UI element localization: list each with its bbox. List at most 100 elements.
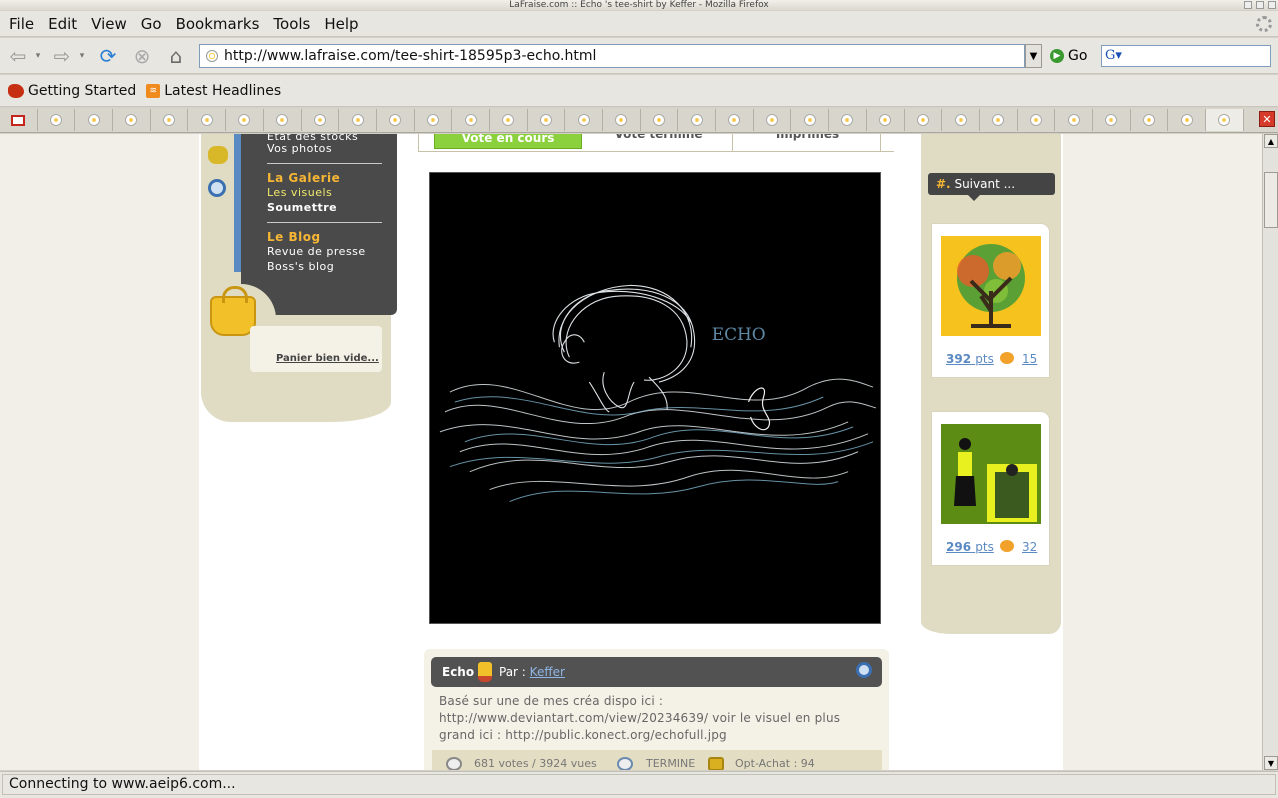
menu-link-photos[interactable]: Vos photos (267, 142, 332, 155)
forward-history-dropdown[interactable]: ▾ (76, 44, 88, 68)
search-icon[interactable] (208, 179, 226, 197)
menu-link-soumettre[interactable]: Soumettre (267, 201, 337, 214)
menu-bookmarks[interactable]: Bookmarks (169, 15, 267, 33)
coin-icon[interactable] (208, 146, 228, 164)
close-window-button[interactable] (1268, 1, 1276, 9)
tab-imprimes[interactable]: Imprimés (735, 134, 881, 152)
maximize-button[interactable] (1256, 1, 1264, 9)
daisy-favicon-icon (502, 114, 515, 126)
tab-vote-en-cours[interactable]: Vote en cours (434, 134, 582, 149)
forward-button[interactable]: ⇨ (50, 44, 74, 68)
menu-heading-blog[interactable]: Le Blog (267, 230, 321, 244)
browser-tab[interactable] (38, 109, 76, 131)
menu-edit[interactable]: Edit (41, 15, 84, 33)
browser-tab[interactable] (867, 109, 905, 131)
browser-tab[interactable] (1055, 109, 1093, 131)
browser-tab[interactable] (716, 109, 754, 131)
browser-tab[interactable] (377, 109, 415, 131)
daisy-favicon-icon (1180, 114, 1193, 126)
gold-bar-icon (708, 757, 724, 770)
menu-link-boss-blog[interactable]: Boss's blog (267, 260, 334, 273)
design-score-link[interactable]: 392 pts (946, 352, 994, 366)
zoom-icon[interactable] (856, 662, 872, 678)
browser-tab[interactable] (113, 109, 151, 131)
scroll-down-button[interactable]: ▼ (1264, 756, 1278, 770)
browser-tab[interactable] (1131, 109, 1169, 131)
throbber-icon (1256, 16, 1272, 32)
next-header[interactable]: #. Suivant ... (928, 173, 1055, 201)
browser-tab[interactable] (678, 109, 717, 131)
tab-gmail[interactable] (0, 109, 38, 131)
browser-tab[interactable] (490, 109, 528, 131)
next-design-card[interactable]: 296 pts 32 (932, 412, 1049, 565)
browser-tab[interactable] (226, 109, 264, 131)
menu-file[interactable]: File (2, 15, 41, 33)
menu-go[interactable]: Go (134, 15, 169, 33)
menu-link-presse[interactable]: Revue de presse (267, 245, 366, 258)
browser-tab[interactable] (302, 109, 340, 131)
tab-vote-termine[interactable]: Vote terminé (585, 134, 733, 152)
scroll-up-button[interactable]: ▲ (1264, 134, 1278, 148)
bookmark-label: Getting Started (28, 82, 137, 99)
close-tab-button[interactable]: ✕ (1259, 111, 1275, 127)
minimize-button[interactable] (1244, 1, 1252, 9)
scroll-thumb[interactable] (1264, 172, 1278, 228)
window-title-bar: LaFraise.com :: Echo 's tee-shirt by Kef… (0, 0, 1278, 10)
search-input[interactable]: G▾ (1101, 45, 1271, 67)
browser-tab[interactable] (452, 109, 490, 131)
daisy-favicon-icon (653, 114, 666, 126)
browser-tab[interactable] (1018, 109, 1056, 131)
cart-link[interactable]: Panier bien vide... (276, 353, 379, 364)
browser-tab[interactable] (151, 109, 189, 131)
comment-count-link[interactable]: 15 (1022, 352, 1037, 366)
url-history-dropdown[interactable]: ▼ (1025, 44, 1042, 68)
menu-tools[interactable]: Tools (266, 15, 317, 33)
daisy-favicon-icon (313, 114, 326, 126)
browser-tab[interactable] (603, 109, 641, 131)
browser-tab[interactable] (188, 109, 227, 131)
browser-tab[interactable] (415, 109, 453, 131)
reload-button[interactable]: ⟳ (96, 44, 120, 68)
back-history-dropdown[interactable]: ▾ (32, 44, 44, 68)
menu-heading-galerie[interactable]: La Galerie (267, 171, 340, 185)
home-button[interactable]: ⌂ (164, 44, 188, 68)
bookmark-latest-headlines[interactable]: ≋ Latest Headlines (146, 83, 281, 99)
browser-tab[interactable] (75, 109, 114, 131)
url-bar[interactable]: http://www.lafraise.com/tee-shirt-18595p… (199, 44, 1025, 68)
vertical-scrollbar[interactable]: ▲ ▼ (1262, 134, 1278, 770)
design-score-link[interactable]: 296 pts (946, 540, 994, 554)
browser-tab[interactable] (1093, 109, 1131, 131)
tree-design-thumbnail[interactable] (941, 236, 1041, 336)
comment-count-link[interactable]: 32 (1022, 540, 1037, 554)
chevron-down-icon: ▼ (1029, 50, 1038, 62)
browser-tab[interactable] (641, 109, 679, 131)
browser-tab[interactable] (980, 109, 1018, 131)
google-search-icon: G▾ (1105, 48, 1122, 63)
browser-tab[interactable] (264, 109, 302, 131)
back-button[interactable]: ⇦ (6, 44, 30, 68)
browser-tab[interactable] (339, 109, 377, 131)
browser-tab[interactable] (565, 109, 603, 131)
daisy-favicon-icon (50, 114, 63, 126)
menu-help[interactable]: Help (317, 15, 365, 33)
tshirt-artwork[interactable]: ECHO (429, 172, 881, 624)
status-text: Connecting to www.aeip6.com... (2, 774, 1276, 795)
browser-tab[interactable] (1168, 109, 1206, 131)
browser-tab[interactable] (1206, 109, 1244, 131)
daisy-favicon-icon (87, 114, 100, 126)
browser-tab[interactable] (942, 109, 980, 131)
tab-strip (0, 108, 1278, 133)
person-design-thumbnail[interactable] (941, 424, 1041, 524)
next-design-card[interactable]: 392 pts 15 (932, 224, 1049, 377)
browser-tab[interactable] (528, 109, 566, 131)
browser-tab[interactable] (829, 109, 867, 131)
browser-tab[interactable] (791, 109, 830, 131)
bookmark-getting-started[interactable]: Getting Started (8, 83, 136, 99)
menu-view[interactable]: View (84, 15, 134, 33)
stop-button[interactable]: ⊗ (130, 44, 154, 68)
go-button[interactable]: ▶ Go (1050, 46, 1087, 66)
menu-link-visuels[interactable]: Les visuels (267, 186, 332, 199)
author-link[interactable]: Keffer (530, 665, 565, 679)
browser-tab[interactable] (754, 109, 792, 131)
browser-tab[interactable] (905, 109, 943, 131)
